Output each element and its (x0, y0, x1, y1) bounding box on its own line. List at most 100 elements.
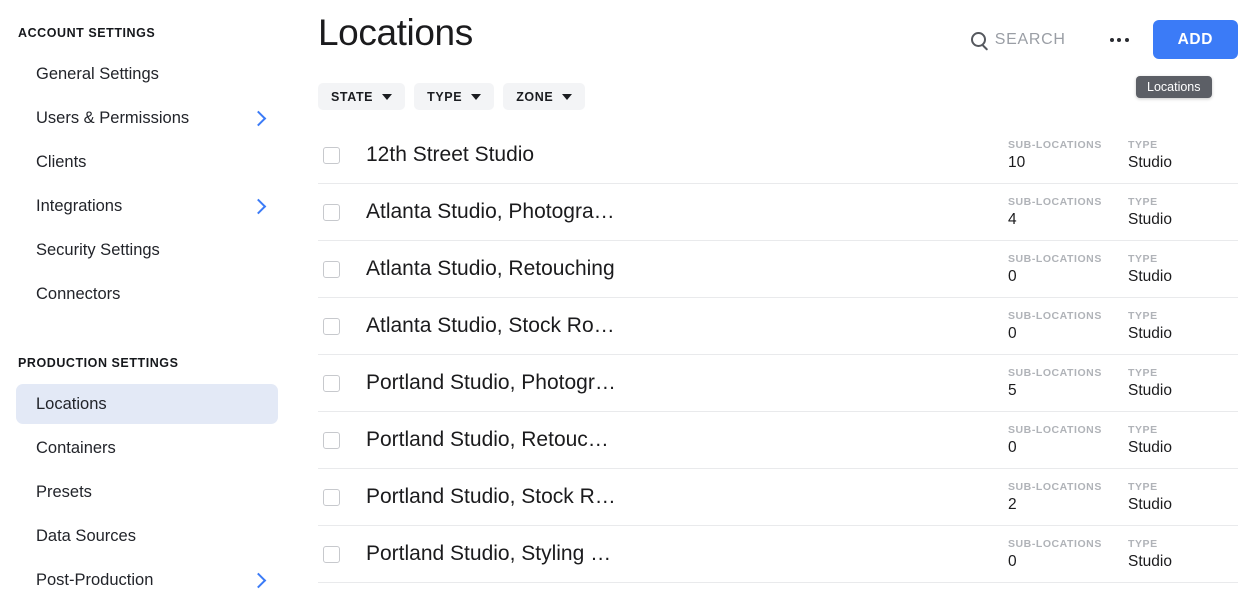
dot-icon (1117, 38, 1121, 42)
table-row[interactable]: Portland Studio, Retouc…SUB-LOCATIONS0TY… (318, 412, 1238, 469)
sub-locations-header: SUB-LOCATIONS (1008, 310, 1128, 322)
location-name: Atlanta Studio, Retouching (366, 257, 1008, 281)
sidebar-item-label: Containers (36, 440, 116, 457)
type-header: TYPE (1128, 367, 1238, 379)
sub-locations-value: 5 (1008, 382, 1128, 400)
type-header: TYPE (1128, 481, 1238, 493)
sidebar-item-presets[interactable]: Presets (16, 472, 278, 512)
location-name: Atlanta Studio, Photogra… (366, 200, 1008, 224)
filter-zone[interactable]: ZONE (503, 83, 585, 110)
table-row[interactable]: Atlanta Studio, Photogra…SUB-LOCATIONS4T… (318, 184, 1238, 241)
row-checkbox[interactable] (323, 489, 340, 506)
type-cell: TYPEStudio (1128, 196, 1238, 229)
type-value: Studio (1128, 553, 1238, 571)
sidebar-item-label: Post-Production (36, 572, 153, 589)
sub-locations-value: 0 (1008, 325, 1128, 343)
sidebar-item-clients[interactable]: Clients (16, 142, 278, 182)
sub-locations-header: SUB-LOCATIONS (1008, 367, 1128, 379)
sidebar-item-general-settings[interactable]: General Settings (16, 54, 278, 94)
sidebar-section-title: ACCOUNT SETTINGS (0, 26, 300, 40)
sidebar-item-connectors[interactable]: Connectors (16, 274, 278, 314)
sidebar-item-label: Integrations (36, 198, 122, 215)
sub-locations-cell: SUB-LOCATIONS 0 (1008, 253, 1128, 286)
type-cell: TYPE Studio (1128, 310, 1238, 343)
sidebar-item-label: Security Settings (36, 242, 160, 259)
table-row[interactable]: Portland Studio, Styling …SUB-LOCATIONS0… (318, 526, 1238, 583)
sidebar-section-gap (0, 318, 300, 356)
type-cell: TYPE Studio (1128, 367, 1238, 400)
table-row[interactable]: 12th Street StudioSUB-LOCATIONS10TYPEStu… (318, 127, 1238, 184)
sidebar-item-label: Presets (36, 484, 92, 501)
page-header: Locations SEARCH ADD (318, 0, 1254, 59)
sub-locations-value: 0 (1008, 268, 1128, 286)
sidebar-item-security-settings[interactable]: Security Settings (16, 230, 278, 270)
location-name: Portland Studio, Photogr… (366, 371, 1008, 395)
filter-type[interactable]: TYPE (414, 83, 494, 110)
sidebar-item-integrations[interactable]: Integrations (16, 186, 278, 226)
sidebar-item-locations[interactable]: Locations (16, 384, 278, 424)
row-checkbox[interactable] (323, 432, 340, 449)
sub-locations-cell: SUB-LOCATIONS 5 (1008, 367, 1128, 400)
type-header: TYPE (1128, 139, 1238, 151)
chevron-right-icon (251, 110, 267, 126)
type-value: Studio (1128, 211, 1238, 229)
type-header: TYPE (1128, 310, 1238, 322)
row-checkbox[interactable] (323, 375, 340, 392)
sub-locations-header: SUB-LOCATIONS (1008, 139, 1128, 151)
type-cell: TYPEStudio (1128, 538, 1238, 571)
chevron-right-icon (251, 572, 267, 588)
sub-locations-cell: SUB-LOCATIONS4 (1008, 196, 1128, 229)
row-checkbox[interactable] (323, 318, 340, 335)
chevron-down-icon (471, 94, 481, 100)
sidebar-item-label: Clients (36, 154, 86, 171)
filter-label: STATE (331, 90, 373, 104)
table-row[interactable]: Atlanta Studio, RetouchingSUB-LOCATIONS 0… (318, 241, 1238, 298)
type-cell: TYPE Studio (1128, 481, 1238, 514)
row-checkbox[interactable] (323, 204, 340, 221)
location-name: Portland Studio, Retouc… (366, 428, 1008, 452)
filter-bar: STATE TYPE ZONE (318, 59, 1254, 110)
sub-locations-header: SUB-LOCATIONS (1008, 196, 1128, 208)
sidebar-item-containers[interactable]: Containers (16, 428, 278, 468)
filter-state[interactable]: STATE (318, 83, 405, 110)
app-root: ACCOUNT SETTINGS General SettingsUsers & … (0, 0, 1254, 598)
type-cell: TYPE Studio (1128, 253, 1238, 286)
locations-list: 12th Street StudioSUB-LOCATIONS10TYPEStu… (318, 127, 1254, 583)
sidebar-item-data-sources[interactable]: Data Sources (16, 516, 278, 556)
type-cell: TYPEStudio (1128, 424, 1238, 457)
add-button[interactable]: ADD (1153, 20, 1238, 59)
row-checkbox[interactable] (323, 261, 340, 278)
type-value: Studio (1128, 382, 1238, 400)
sidebar-section-title: PRODUCTION SETTINGS (0, 356, 300, 370)
sub-locations-value: 2 (1008, 496, 1128, 514)
sub-locations-cell: SUB-LOCATIONS 0 (1008, 310, 1128, 343)
row-checkbox[interactable] (323, 546, 340, 563)
main-content: Locations SEARCH ADD STATE TYPE ZONE Locat… (300, 0, 1254, 598)
table-row[interactable]: Atlanta Studio, Stock Ro…SUB-LOCATIONS0T… (318, 298, 1238, 355)
sidebar-item-post-production[interactable]: Post-Production (16, 560, 278, 600)
search-placeholder: SEARCH (995, 31, 1066, 49)
type-cell: TYPE Studio (1128, 139, 1238, 172)
type-value: Studio (1128, 496, 1238, 514)
row-checkbox[interactable] (323, 147, 340, 164)
type-value: Studio (1128, 268, 1238, 286)
location-name: 12th Street Studio (366, 143, 1008, 167)
search-input[interactable]: SEARCH (971, 31, 1066, 49)
chevron-down-icon (382, 94, 392, 100)
header-actions: SEARCH ADD (971, 20, 1238, 59)
table-row[interactable]: Portland Studio, Stock R…SUB-LOCATIONS2T… (318, 469, 1238, 526)
sub-locations-value: 0 (1008, 439, 1128, 457)
type-header: TYPE (1128, 253, 1238, 265)
search-icon (971, 32, 986, 47)
page-title: Locations (318, 14, 473, 53)
filter-label: TYPE (427, 90, 462, 104)
sidebar-item-label: Data Sources (36, 528, 136, 545)
type-value: Studio (1128, 325, 1238, 343)
more-options-button[interactable] (1108, 32, 1131, 48)
type-value: Studio (1128, 154, 1238, 172)
sub-locations-header: SUB-LOCATIONS (1008, 253, 1128, 265)
type-header: TYPE (1128, 424, 1238, 436)
table-row[interactable]: Portland Studio, Photogr…SUB-LOCATIONS 5T… (318, 355, 1238, 412)
sidebar-item-users-permissions[interactable]: Users & Permissions (16, 98, 278, 138)
location-name: Portland Studio, Stock R… (366, 485, 1008, 509)
